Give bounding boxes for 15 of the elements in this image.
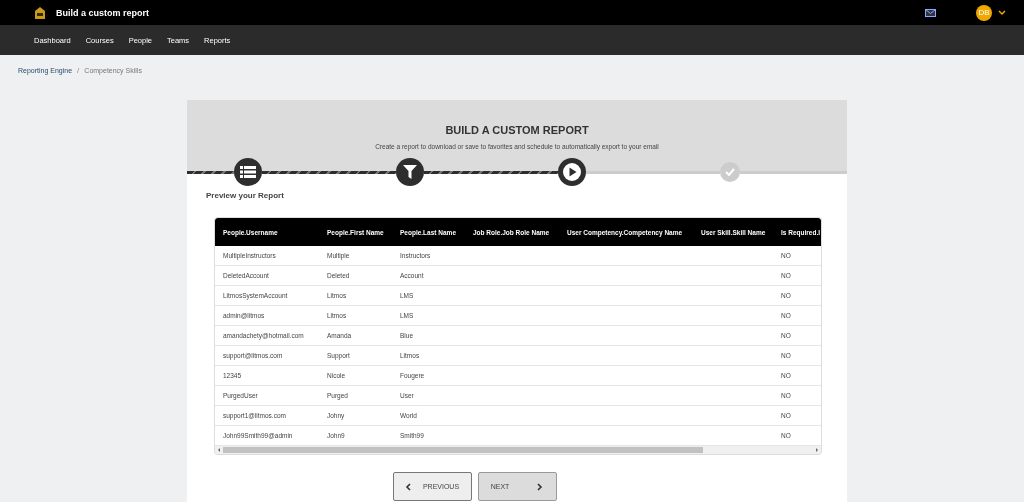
play-icon <box>562 163 581 181</box>
filter-icon <box>402 165 417 179</box>
check-icon <box>724 168 735 176</box>
chevron-down-icon[interactable] <box>998 9 1006 16</box>
card-title: BUILD A CUSTOM REPORT <box>445 124 589 136</box>
breadcrumb-separator: / <box>77 65 80 75</box>
chevron-right-icon <box>537 482 544 491</box>
logo-icon <box>34 5 46 20</box>
mail-icon[interactable] <box>925 8 936 17</box>
list-icon <box>239 166 256 178</box>
chevron-left-icon <box>404 482 411 491</box>
scroll-right-icon[interactable] <box>813 446 821 454</box>
section-title: Preview your Report <box>206 191 285 200</box>
page-title: Build a custom report <box>56 7 149 18</box>
horizontal-scrollbar[interactable] <box>215 446 821 454</box>
